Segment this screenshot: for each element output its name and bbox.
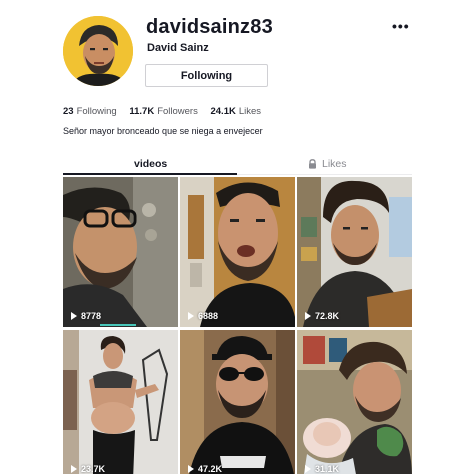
view-count: 8778 [71, 311, 101, 321]
likes-label: Likes [238, 106, 262, 117]
view-count: 47.2K [188, 464, 222, 474]
video-thumbnail[interactable]: 31.1K [297, 330, 412, 474]
view-count: 23.7K [71, 464, 105, 474]
followers-stat[interactable]: 11.7K Followers [129, 106, 197, 117]
following-count: 23 [63, 106, 74, 117]
display-name: David Sainz [147, 42, 209, 54]
video-thumbnail[interactable]: 8778 [63, 177, 178, 327]
play-icon [188, 312, 194, 320]
following-label: Following [76, 106, 117, 117]
play-icon [305, 465, 311, 473]
play-icon [71, 465, 77, 473]
video-thumbnail[interactable]: 23.7K [63, 330, 178, 474]
tab-likes-label: Likes [322, 158, 347, 170]
view-count: 31.1K [305, 464, 339, 474]
active-tab-indicator [63, 173, 237, 175]
lock-icon [309, 159, 316, 169]
play-icon [188, 465, 194, 473]
playback-progress [100, 324, 136, 326]
video-thumbnail[interactable]: 47.2K [180, 330, 295, 474]
video-grid: 8778 6888 72.8K 23.7K 47.2K 31.1K [63, 177, 412, 474]
avatar[interactable] [63, 16, 133, 86]
play-icon [305, 312, 311, 320]
following-stat[interactable]: 23 Following [63, 106, 117, 117]
likes-stat: 24.1K Likes [210, 106, 261, 117]
followers-count: 11.7K [129, 106, 155, 117]
username: davidsainz83 [146, 16, 273, 38]
play-icon [71, 312, 77, 320]
view-count: 6888 [188, 311, 218, 321]
followers-label: Followers [157, 106, 198, 117]
bio: Señor mayor bronceado que se niega a env… [63, 126, 263, 136]
more-options-icon[interactable]: ••• [392, 19, 410, 33]
tab-videos[interactable]: videos [134, 158, 167, 170]
video-thumbnail[interactable]: 72.8K [297, 177, 412, 327]
tab-likes[interactable]: Likes [308, 158, 347, 170]
following-button[interactable]: Following [145, 64, 268, 87]
profile-stats: 23 Following 11.7K Followers 24.1K Likes [63, 106, 271, 117]
video-thumbnail[interactable]: 6888 [180, 177, 295, 327]
tab-videos-label: videos [134, 158, 168, 170]
view-count: 72.8K [305, 311, 339, 321]
likes-count: 24.1K [210, 106, 236, 117]
